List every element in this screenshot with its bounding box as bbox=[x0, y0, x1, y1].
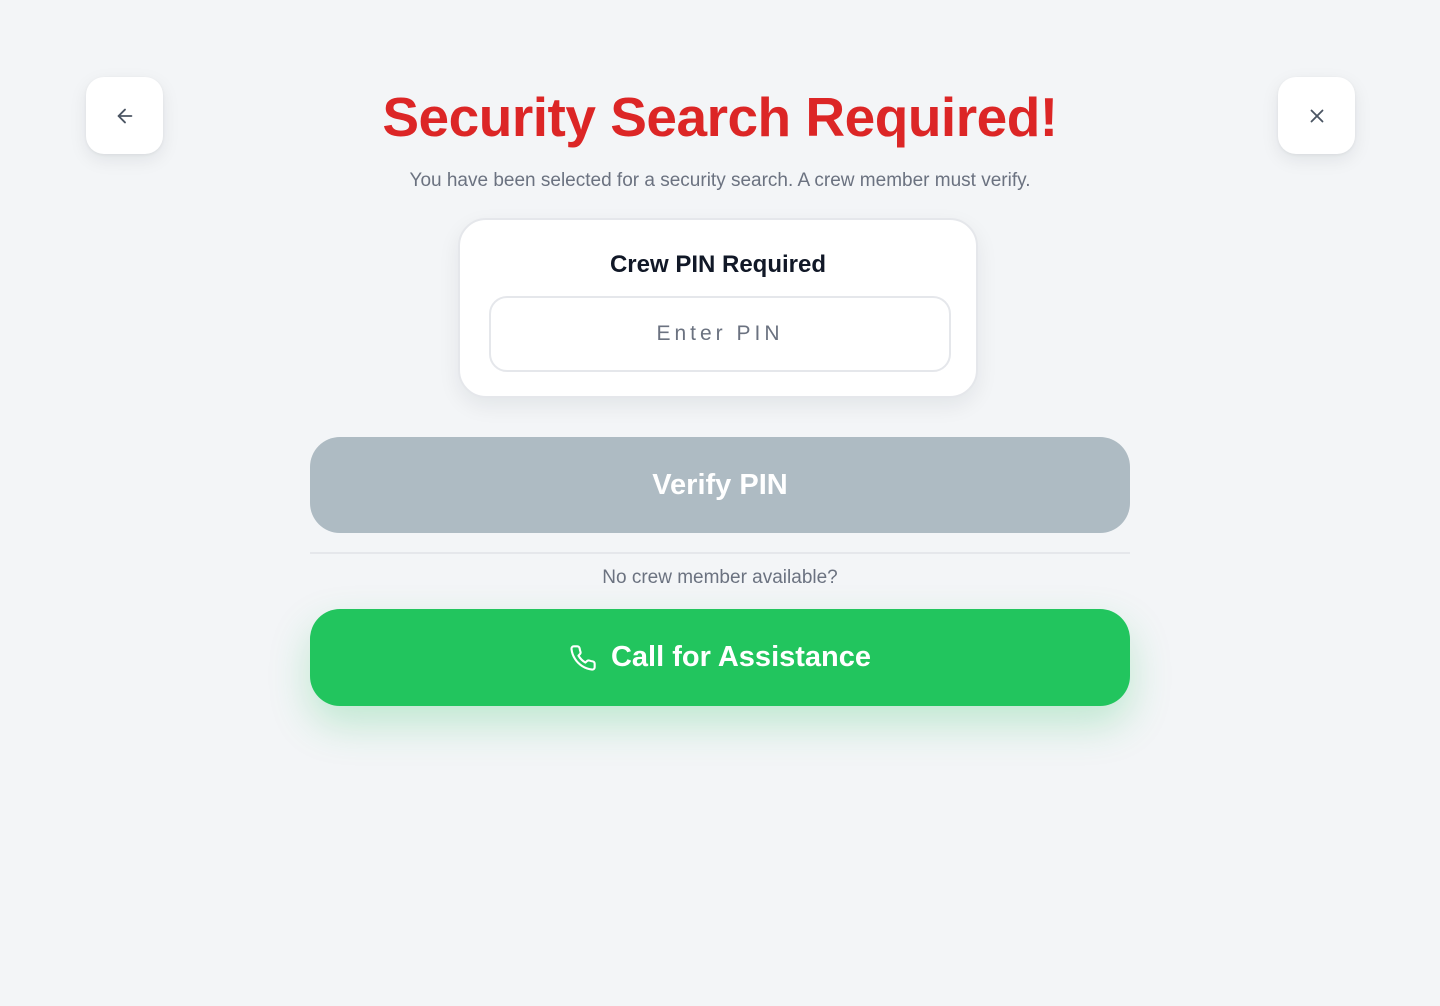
phone-icon bbox=[569, 644, 597, 672]
pin-input[interactable] bbox=[489, 296, 951, 372]
call-button-label: Call for Assistance bbox=[610, 641, 872, 673]
verify-pin-button[interactable]: Verify PIN bbox=[310, 437, 1130, 533]
divider bbox=[310, 552, 1130, 554]
no-crew-prompt: No crew member available? bbox=[602, 567, 838, 588]
security-search-screen: Security Search Required! You have been … bbox=[0, 0, 1440, 1006]
page-title: Security Search Required! bbox=[382, 86, 1058, 148]
call-for-assistance-button[interactable]: Call for Assistance bbox=[310, 609, 1130, 706]
crew-pin-card: Crew PIN Required bbox=[458, 218, 978, 398]
page-subtitle: You have been selected for a security se… bbox=[409, 170, 1031, 191]
pin-card-title: Crew PIN Required bbox=[609, 251, 827, 278]
